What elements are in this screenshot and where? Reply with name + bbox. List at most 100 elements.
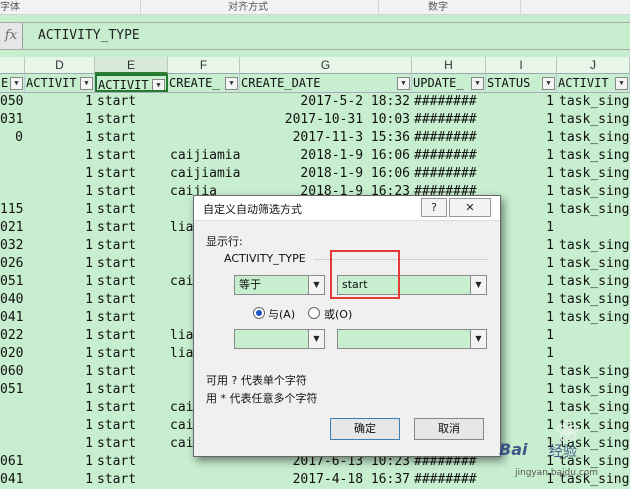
table-cell[interactable]: start [97,363,167,381]
table-cell[interactable] [0,165,23,183]
table-cell[interactable]: 1 [25,237,93,255]
table-cell[interactable]: task_sing [559,147,630,165]
table-cell[interactable]: 1 [25,273,93,291]
table-cell[interactable]: start [97,309,167,327]
table-cell[interactable]: 1 [25,471,93,489]
table-cell[interactable]: start [97,273,167,291]
table-cell[interactable]: task_sing [559,273,630,291]
table-cell[interactable] [559,345,630,363]
table-cell[interactable]: 1 [486,147,554,165]
table-cell[interactable]: start [97,453,167,471]
table-cell[interactable]: ######## [414,471,484,489]
operator-select-2[interactable]: ▼ [234,329,325,349]
table-cell[interactable]: 026 [0,255,23,273]
table-cell[interactable]: caijiamia [170,165,240,183]
table-cell[interactable]: task_sing [559,363,630,381]
table-cell[interactable]: 2018-1-9 16:06 [242,165,410,183]
column-header-f[interactable]: F [168,57,240,74]
table-cell[interactable]: caijiamia [170,147,240,165]
table-cell[interactable] [0,183,23,201]
header-cell[interactable]: CREATE_DATE ▼ [240,74,412,92]
table-cell[interactable]: 2017-4-18 16:37 [242,471,410,489]
filter-active-icon[interactable]: ▼ [152,79,165,90]
filter-dropdown-icon[interactable]: ▼ [471,77,484,90]
table-cell[interactable]: ######## [414,165,484,183]
table-cell[interactable]: ######## [414,111,484,129]
table-cell[interactable]: task_sing [559,201,630,219]
table-cell[interactable]: 1 [25,399,93,417]
table-cell[interactable] [0,147,23,165]
table-cell[interactable]: start [97,147,167,165]
chevron-down-icon[interactable]: ▼ [470,276,486,294]
column-header-i[interactable]: I [486,57,557,74]
ok-button[interactable]: 确定 [330,418,400,440]
table-cell[interactable]: start [97,219,167,237]
filter-dropdown-icon[interactable]: ▼ [80,77,93,90]
filter-dropdown-icon[interactable]: ▼ [542,77,555,90]
table-cell[interactable]: 2017-11-3 15:36 [242,129,410,147]
header-cell[interactable]: UPDATE_ ▼ [412,74,486,92]
table-cell[interactable]: 0606 [0,363,23,381]
table-cell[interactable] [559,327,630,345]
table-cell[interactable]: 0217 [0,219,23,237]
table-cell[interactable]: task_sing [559,183,630,201]
table-cell[interactable]: 1 [25,147,93,165]
table-cell[interactable]: start [97,165,167,183]
table-cell[interactable]: start [97,345,167,363]
table-cell[interactable]: 0613 [0,453,23,471]
chevron-down-icon[interactable]: ▼ [308,330,324,348]
table-cell[interactable]: task_sing [559,237,630,255]
column-header-partial[interactable] [0,57,25,74]
chevron-down-icon[interactable]: ▼ [470,330,486,348]
table-cell[interactable]: 1 [25,129,93,147]
filter-dropdown-icon[interactable]: ▼ [397,77,410,90]
table-cell[interactable]: start [97,471,167,489]
table-cell[interactable]: start [97,129,167,147]
table-cell[interactable]: 1 [486,165,554,183]
column-header-g[interactable]: G [240,57,412,74]
column-header-h[interactable]: H [412,57,486,74]
header-cell[interactable]: ACTIVIT ▼ [25,74,95,92]
table-cell[interactable]: 2018-1-9 16:06 [242,147,410,165]
help-button[interactable]: ? [421,198,447,217]
table-cell[interactable]: 115 [0,201,23,219]
table-cell[interactable]: 1 [25,417,93,435]
table-cell[interactable]: task_sing [559,165,630,183]
table-cell[interactable]: 0419 [0,309,23,327]
table-cell[interactable]: 1 [486,93,554,111]
table-cell[interactable]: 0502 [0,93,23,111]
operator-select-1[interactable]: 等于 ▼ [234,275,325,295]
table-cell[interactable]: start [97,417,167,435]
close-button[interactable]: ✕ [449,198,491,217]
table-cell[interactable]: 2017-10-31 10:03 [242,111,410,129]
column-header-e[interactable]: E [95,57,168,74]
table-cell[interactable]: ######## [414,129,484,147]
header-cell[interactable]: CREATE_ ▼ [168,74,240,92]
table-cell[interactable]: 0510 [0,381,23,399]
table-cell[interactable]: task_sing [559,255,630,273]
table-cell[interactable]: 1 [25,309,93,327]
column-header-d[interactable]: D [25,57,95,74]
table-cell[interactable]: 0 [0,129,23,147]
table-cell[interactable]: 0406 [0,291,23,309]
table-cell[interactable]: 032 [0,237,23,255]
table-cell[interactable] [170,111,240,129]
table-cell[interactable]: 2017-5-2 18:32 [242,93,410,111]
cancel-button[interactable]: 取消 [414,418,484,440]
dialog-title-bar[interactable]: 自定义自动筛选方式 ? ✕ [194,196,500,221]
table-cell[interactable]: 1 [25,435,93,453]
header-cell[interactable]: STATUS ▼ [486,74,557,92]
table-cell[interactable] [0,417,23,435]
table-cell[interactable]: task_sing [559,129,630,147]
table-cell[interactable]: 1 [25,165,93,183]
table-cell[interactable] [0,399,23,417]
table-cell[interactable] [170,93,240,111]
header-cell-activity-type[interactable]: ACTIVIT ▼ [95,74,168,92]
chevron-down-icon[interactable]: ▼ [308,276,324,294]
table-cell[interactable]: 1 [25,219,93,237]
table-cell[interactable]: 0418 [0,471,23,489]
table-cell[interactable]: task_sing [559,381,630,399]
table-cell[interactable]: 1 [25,111,93,129]
and-radio[interactable] [253,307,265,319]
or-radio[interactable] [308,307,320,319]
